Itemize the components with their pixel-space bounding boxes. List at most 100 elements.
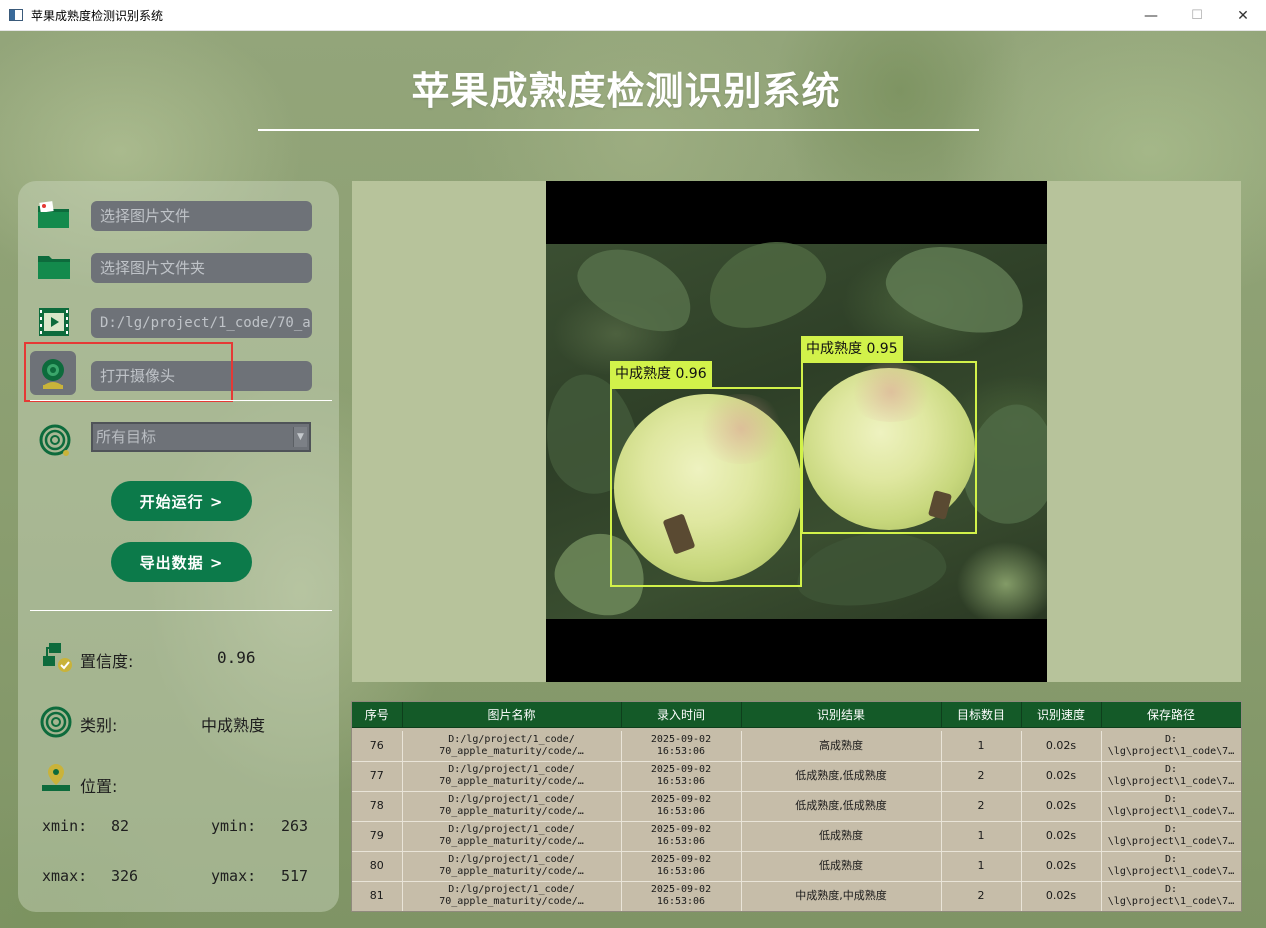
- title-divider: [258, 129, 979, 131]
- ymax-value: 517: [281, 867, 309, 885]
- confidence-icon: [38, 637, 78, 677]
- leaf: [566, 231, 706, 347]
- column-header[interactable]: 识别结果: [741, 702, 942, 728]
- export-button[interactable]: 导出数据 >: [111, 542, 252, 582]
- column-header[interactable]: 目标数目: [941, 702, 1022, 728]
- cell-speed: 0.02s: [1021, 821, 1102, 852]
- cell-count: 1: [941, 731, 1022, 762]
- leaf: [878, 232, 1034, 346]
- detection-image: 中成熟度 0.96 中成熟度 0.95: [546, 181, 1047, 682]
- ymin-value: 263: [281, 817, 309, 835]
- table-row[interactable]: 80 D:/lg/project/1_code/ 70_apple_maturi…: [352, 851, 1241, 882]
- folder-icon[interactable]: [34, 247, 74, 287]
- cell-count: 1: [941, 851, 1022, 882]
- cell-no: 78: [352, 791, 403, 822]
- detection-box: [801, 361, 977, 534]
- class-icon: [36, 702, 76, 742]
- minimize-button[interactable]: —: [1128, 0, 1174, 31]
- cell-name: D:/lg/project/1_code/ 70_apple_maturity/…: [402, 731, 622, 762]
- xmax-value: 326: [111, 867, 139, 885]
- cell-result: 低成熟度,低成熟度: [741, 761, 942, 792]
- cell-count: 1: [941, 821, 1022, 852]
- target-select[interactable]: 所有目标 ▼: [91, 422, 311, 452]
- table-header-row: 序号 图片名称 录入时间 识别结果 目标数目 识别速度 保存路径: [352, 702, 1241, 728]
- column-header[interactable]: 保存路径: [1101, 702, 1241, 728]
- results-table[interactable]: 序号 图片名称 录入时间 识别结果 目标数目 识别速度 保存路径 76 D:/l…: [351, 701, 1242, 912]
- cell-name: D:/lg/project/1_code/ 70_apple_maturity/…: [402, 821, 622, 852]
- column-header[interactable]: 序号: [352, 702, 403, 728]
- target-select-value: 所有目标: [96, 428, 157, 446]
- table-row[interactable]: 81 D:/lg/project/1_code/ 70_apple_maturi…: [352, 881, 1241, 911]
- xmin-value: 82: [111, 817, 130, 835]
- leaf: [695, 225, 837, 343]
- image-file-input[interactable]: 选择图片文件: [91, 201, 312, 231]
- confidence-label: 置信度:: [80, 652, 134, 671]
- image-folder-input[interactable]: 选择图片文件夹: [91, 253, 312, 283]
- cell-speed: 0.02s: [1021, 761, 1102, 792]
- cell-result: 低成熟度: [741, 821, 942, 852]
- cell-time: 2025-09-02 16:53:06: [621, 881, 742, 911]
- maximize-button[interactable]: ☐: [1174, 0, 1220, 31]
- cell-count: 2: [941, 791, 1022, 822]
- folder-image-icon[interactable]: [34, 195, 74, 235]
- cell-speed: 0.02s: [1021, 791, 1102, 822]
- table-row[interactable]: 79 D:/lg/project/1_code/ 70_apple_maturi…: [352, 821, 1241, 852]
- cell-result: 中成熟度,中成熟度: [741, 881, 942, 911]
- table-row[interactable]: 78 D:/lg/project/1_code/ 70_apple_maturi…: [352, 791, 1241, 822]
- cell-no: 77: [352, 761, 403, 792]
- cell-path: D: \lg\project\1_code\7…: [1101, 851, 1241, 882]
- cell-path: D: \lg\project\1_code\7…: [1101, 791, 1241, 822]
- page-title: 苹果成熟度检测识别系统: [411, 69, 841, 113]
- cell-name: D:/lg/project/1_code/ 70_apple_maturity/…: [402, 761, 622, 792]
- cell-path: D: \lg\project\1_code\7…: [1101, 731, 1241, 762]
- column-header[interactable]: 识别速度: [1021, 702, 1102, 728]
- table-row[interactable]: 76 D:/lg/project/1_code/ 70_apple_maturi…: [352, 731, 1241, 762]
- class-label: 类别:: [80, 716, 118, 735]
- class-value: 中成熟度: [201, 716, 266, 735]
- start-button[interactable]: 开始运行 >: [111, 481, 252, 521]
- xmax-label: xmax:: [42, 867, 88, 885]
- cell-count: 2: [941, 761, 1022, 792]
- position-label: 位置:: [80, 777, 118, 796]
- cell-time: 2025-09-02 16:53:06: [621, 851, 742, 882]
- camera-highlight-box: [24, 342, 233, 402]
- cell-path: D: \lg\project\1_code\7…: [1101, 821, 1241, 852]
- cell-path: D: \lg\project\1_code\7…: [1101, 881, 1241, 911]
- video-icon[interactable]: [34, 302, 74, 342]
- video-path-input[interactable]: D:/lg/project/1_code/70_apple_maturity: [91, 308, 312, 338]
- location-icon: [36, 758, 76, 798]
- ymin-label: ymin:: [211, 817, 257, 835]
- cell-no: 80: [352, 851, 403, 882]
- cell-speed: 0.02s: [1021, 731, 1102, 762]
- xmin-label: xmin:: [42, 817, 88, 835]
- leaf: [791, 523, 951, 615]
- cell-name: D:/lg/project/1_code/ 70_apple_maturity/…: [402, 881, 622, 911]
- detection-label: 中成熟度 0.95: [801, 336, 903, 362]
- cell-speed: 0.02s: [1021, 851, 1102, 882]
- divider: [30, 400, 332, 401]
- cell-time: 2025-09-02 16:53:06: [621, 821, 742, 852]
- cell-name: D:/lg/project/1_code/ 70_apple_maturity/…: [402, 791, 622, 822]
- chevron-down-icon[interactable]: ▼: [293, 427, 307, 447]
- detection-label: 中成熟度 0.96: [610, 361, 712, 387]
- cell-time: 2025-09-02 16:53:06: [621, 761, 742, 792]
- ymax-label: ymax:: [211, 867, 257, 885]
- cell-time: 2025-09-02 16:53:06: [621, 791, 742, 822]
- cell-name: D:/lg/project/1_code/ 70_apple_maturity/…: [402, 851, 622, 882]
- window-title: 苹果成熟度检测识别系统: [31, 8, 164, 23]
- close-button[interactable]: ✕: [1220, 0, 1266, 31]
- cell-time: 2025-09-02 16:53:06: [621, 731, 742, 762]
- column-header[interactable]: 录入时间: [621, 702, 742, 728]
- cell-result: 高成熟度: [741, 731, 942, 762]
- window-controls: — ☐ ✕: [1128, 0, 1266, 31]
- cell-result: 低成熟度: [741, 851, 942, 882]
- table-row[interactable]: 77 D:/lg/project/1_code/ 70_apple_maturi…: [352, 761, 1241, 792]
- cell-no: 81: [352, 881, 403, 911]
- cell-no: 76: [352, 731, 403, 762]
- cell-path: D: \lg\project\1_code\7…: [1101, 761, 1241, 792]
- target-icon: [36, 420, 76, 460]
- cell-no: 79: [352, 821, 403, 852]
- detection-box: [610, 387, 802, 587]
- window-titlebar: 苹果成熟度检测识别系统 — ☐ ✕: [0, 0, 1266, 31]
- column-header[interactable]: 图片名称: [402, 702, 622, 728]
